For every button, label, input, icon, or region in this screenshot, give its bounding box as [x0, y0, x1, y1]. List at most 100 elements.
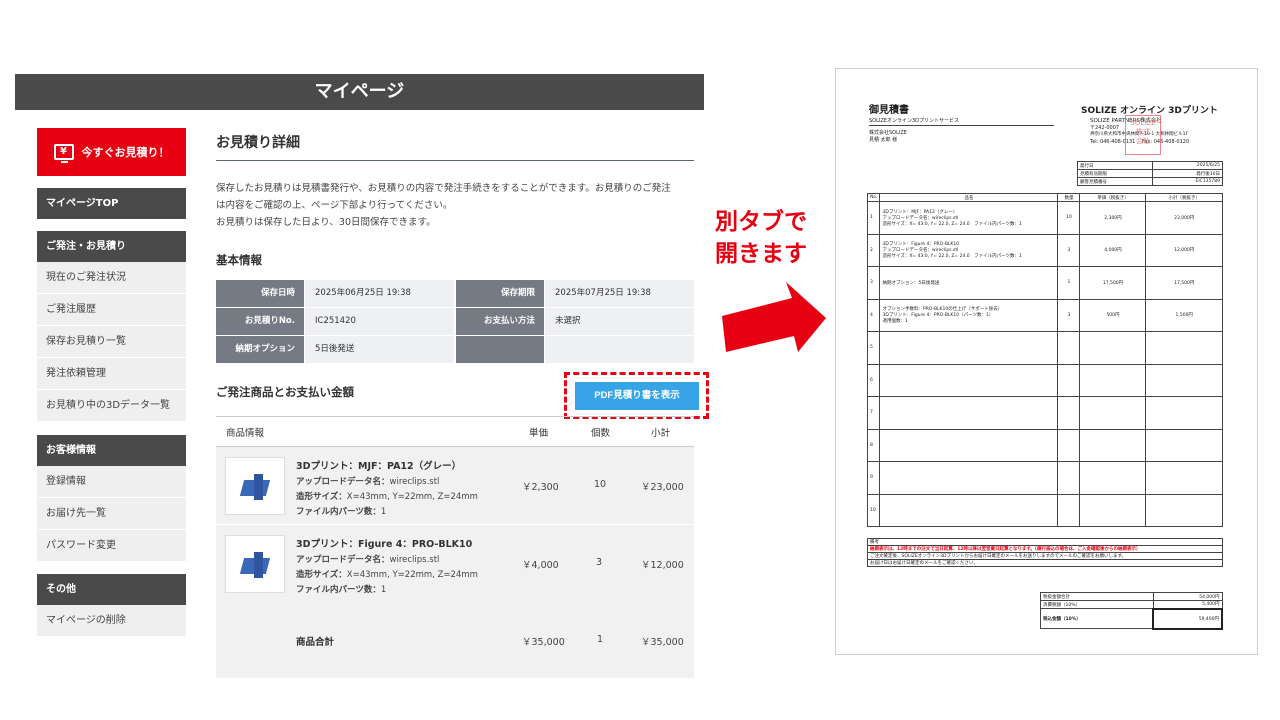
pdf-item-row: 8: [866, 428, 1223, 462]
pdf-button-highlight: PDF見積り書を表示: [564, 372, 709, 419]
total-subtotal: ￥35,000: [641, 637, 684, 648]
sidebar-section-orders: ご発注・お見積り 現在のご発注状況 ご発注履歴 保存お見積り一覧 発注依頼管理 …: [37, 231, 186, 422]
info-row: 納期オプション 5日後発送: [216, 336, 694, 364]
sidebar-section-title: その他: [37, 574, 186, 605]
callout-text: 別タブで 開きます: [715, 206, 807, 270]
page-title: お見積り詳細: [216, 128, 694, 161]
quote-no-label: お見積りNo.: [216, 308, 304, 335]
description-line: は内容をご確認の上、ページ下部より行ってください。: [216, 200, 453, 211]
expire-label: 保存期限: [456, 280, 544, 307]
col-price: 単価: [529, 428, 549, 439]
total-label: 商品合計: [296, 637, 335, 648]
main-content: お見積り詳細 保存したお見積りは見積書発行や、お見積りの内容で発注手続きをするこ…: [216, 128, 709, 678]
product-thumbnail: [225, 457, 285, 515]
sidebar-section-title: ご発注・お見積り: [37, 231, 186, 262]
sidebar-section-customer: お客様情報 登録情報 お届け先一覧 パスワード変更: [37, 435, 186, 562]
pdf-remarks-table: 備考 納期表示は、12時までの注文で当日起算、12時以降は翌営業日起算となります…: [867, 538, 1223, 567]
pdf-item-line: 造形サイズ：X= 43.0, Y= 22.0, Z= 24.0 ファイル内パーツ…: [882, 221, 1022, 227]
quote-now-button[interactable]: ¥ 今すぐお見積り！: [37, 128, 186, 176]
product-row: 3Dプリント：Figure 4：PRO-BLK10 アップロードデータ名：wir…: [216, 525, 694, 603]
product-subtotal: ￥23,000: [641, 482, 684, 493]
basic-info-title: 基本情報: [216, 253, 262, 267]
payment-value: 未選択: [545, 308, 694, 335]
pdf-recipient: 見積 太郎 様: [869, 137, 898, 143]
pdf-item-row: 1 3Dプリント：MJF：PA12（グレー） アップロードデータ名：wireclip…: [866, 201, 1223, 235]
pdf-company: 株式会社SOLIZE: [869, 130, 907, 136]
callout-line: 別タブで: [715, 209, 807, 235]
product-price: ￥4,000: [522, 560, 559, 571]
sidebar-item-registration[interactable]: 登録情報: [37, 466, 186, 498]
pdf-title: 御見積書: [869, 105, 909, 116]
sidebar-item-password[interactable]: パスワード変更: [37, 530, 186, 562]
sidebar-item-addresses[interactable]: お届け先一覧: [37, 498, 186, 530]
pdf-item-line: 適用個数：1: [882, 319, 908, 325]
products-total-row: 商品合計 ￥35,000 1 ￥35,000: [216, 602, 694, 678]
product-qty: 3: [596, 557, 603, 568]
col-info: 商品情報: [226, 428, 265, 439]
product-data: アップロードデータ名：wireclips.stl: [296, 555, 440, 565]
pdf-totals-table: 税抜金額合計 54,000円 消費税額（10%） 5,400円 税込金額（10%） 5…: [1040, 592, 1223, 630]
monitor-yen-icon: ¥: [53, 144, 74, 163]
empty-label: [456, 336, 544, 363]
product-subtotal: ￥12,000: [641, 560, 684, 571]
sidebar-section-title: お客様情報: [37, 435, 186, 466]
payment-label: お支払い方法: [456, 308, 544, 335]
sidebar-item-current-orders[interactable]: 現在のご発注状況: [37, 262, 186, 294]
company-seal-icon: SOLIZE 株式 会社: [1125, 115, 1161, 155]
quote-no-value: IC251420: [305, 308, 454, 335]
info-row: お見積りNo. IC251420 お支払い方法 未選択: [216, 308, 694, 336]
sidebar-mypage-top[interactable]: マイページTOP: [37, 188, 186, 219]
sidebar-item-order-requests[interactable]: 発注依頼管理: [37, 358, 186, 390]
description: 保存したお見積りは見積書発行や、お見積りの内容で発注手続きをすることができます。…: [216, 180, 694, 231]
right-arrow-icon: [722, 282, 826, 352]
total-qty: 1: [597, 634, 604, 645]
pdf-item-row: 2 3Dプリント：Figure 4：PRO-BLK10 アップロードデータ名：wir…: [866, 233, 1223, 267]
saved-at-value: 2025年06月25日 19:38: [305, 280, 454, 307]
products-table-header: 商品情報 単価 個数 小計: [216, 416, 694, 447]
saved-at-label: 保存日時: [216, 280, 304, 307]
sidebar-item-order-history[interactable]: ご発注履歴: [37, 294, 186, 326]
sidebar-item-saved-quotes[interactable]: 保存お見積り一覧: [37, 326, 186, 358]
pdf-item-row: 9: [866, 461, 1223, 495]
col-qty: 個数: [591, 428, 611, 439]
pdf-service: SOLIZEオンライン3Dプリントサービス: [869, 118, 959, 124]
pdf-item-row: 6: [866, 363, 1223, 397]
pdf-item-row: 5: [866, 331, 1223, 365]
product-size: 造形サイズ：X=43mm, Y=22mm, Z=24mm: [296, 570, 478, 580]
expire-value: 2025年07月25日 19:38: [545, 280, 694, 307]
products-title: ご発注商品とお支払い金額: [216, 385, 354, 399]
info-row: 保存日時 2025年06月25日 19:38 保存期限 2025年07月25日 …: [216, 280, 694, 308]
product-data: アップロードデータ名：wireclips.stl: [296, 477, 440, 487]
sidebar-top-label[interactable]: マイページTOP: [37, 188, 186, 219]
product-name: 3Dプリント：Figure 4：PRO-BLK10: [296, 539, 473, 550]
sidebar-section-other: その他 マイページの削除: [37, 574, 186, 637]
callout-line: 開きます: [715, 241, 807, 267]
pdf-items-table: No. 品名 数量 単価（税抜き） 小計（税抜き） 1 3Dプリント：MJF：PA…: [866, 193, 1223, 527]
description-line: お見積りは保存した日より、30日間保存できます。: [216, 217, 436, 228]
pdf-item-row: 3 納期オプション：5日後発送 1 17,500円 17,500円: [866, 266, 1223, 300]
product-qty: 10: [594, 479, 607, 490]
pdf-item-line: 納期オプション：5日後発送: [882, 280, 940, 286]
product-parts: ファイル内パーツ数：1: [296, 585, 387, 595]
product-price: ￥2,300: [522, 482, 559, 493]
product-size: 造形サイズ：X=43mm, Y=22mm, Z=24mm: [296, 492, 478, 502]
delivery-label: 納期オプション: [216, 336, 304, 363]
pdf-quote-preview: 御見積書 SOLIZEオンライン3Dプリントサービス 株式会社SOLIZE 見積…: [835, 68, 1258, 655]
sidebar: ¥ 今すぐお見積り！ マイページTOP ご発注・お見積り 現在のご発注状況 ご発…: [37, 128, 186, 637]
product-thumbnail: [225, 535, 285, 593]
pdf-item-row: 7: [866, 396, 1223, 430]
product-row: 3Dプリント：MJF：PA12（グレー） アップロードデータ名：wireclip…: [216, 447, 694, 525]
quote-now-label: 今すぐお見積り！: [81, 146, 170, 159]
show-pdf-quote-button[interactable]: PDF見積り書を表示: [575, 382, 699, 410]
empty-value: [545, 336, 694, 363]
sidebar-item-delete-account[interactable]: マイページの削除: [37, 605, 186, 637]
delivery-value: 5日後発送: [305, 336, 454, 363]
description-line: 保存したお見積りは見積書発行や、お見積りの内容で発注手続きをすることができます。…: [216, 183, 671, 194]
col-subtotal: 小計: [651, 428, 671, 439]
pdf-item-row: 4 オプション手数料：PRO-BLK10の仕上げ（サポート除去） 3Dプリント：Fi…: [866, 298, 1223, 332]
product-name: 3Dプリント：MJF：PA12（グレー）: [296, 461, 462, 472]
pdf-item-line: 造形サイズ：X= 43.0, Y= 22.0, Z= 24.0 ファイル内パーツ…: [882, 254, 1022, 260]
product-parts: ファイル内パーツ数：1: [296, 507, 387, 517]
pdf-item-row: 10: [866, 493, 1223, 527]
sidebar-item-3d-data[interactable]: お見積り中の3Dデータ一覧: [37, 390, 186, 422]
